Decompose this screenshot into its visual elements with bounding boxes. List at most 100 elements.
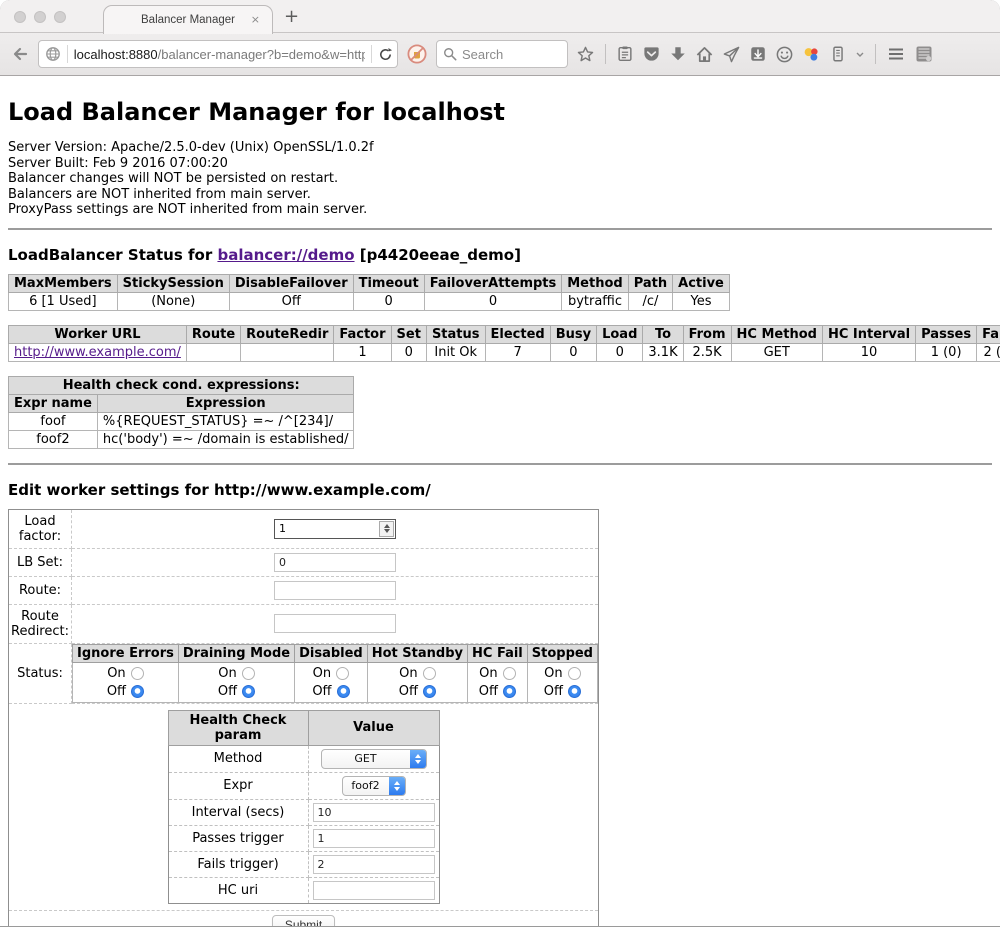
url-host: localhost:8880 <box>74 47 158 62</box>
status-cell-draining-mode: On Off <box>178 662 294 702</box>
heading-suffix: [p4420eeae_demo] <box>355 246 521 264</box>
off-label: Off <box>312 684 331 699</box>
tab-balancer-manager[interactable]: Balancer Manager × <box>103 5 273 34</box>
extension-grid-icon[interactable] <box>914 44 934 64</box>
col-header: Route <box>186 325 240 343</box>
on-label: On <box>107 666 125 681</box>
home-icon[interactable] <box>695 45 714 64</box>
status-table: Ignore Errors Draining Mode Disabled Hot… <box>72 644 598 703</box>
url-text[interactable]: localhost:8880/balancer-manager?b=demo&w… <box>74 47 365 62</box>
overflow-caret-icon[interactable] <box>855 49 865 59</box>
send-tab-icon[interactable] <box>722 45 741 64</box>
bookmark-star-icon[interactable] <box>576 45 595 64</box>
pocket-icon[interactable] <box>642 45 661 64</box>
new-tab-button[interactable]: + <box>284 6 299 27</box>
radio-hc-fail-on[interactable] <box>503 667 516 680</box>
load-factor-label: Load factor: <box>9 509 72 548</box>
radio-draining-mode-on[interactable] <box>242 667 255 680</box>
route-redirect-input[interactable] <box>274 614 396 633</box>
col-header: Passes <box>916 325 977 343</box>
menu-hamburger-icon[interactable] <box>886 44 906 64</box>
server-info: Server Version: Apache/2.5.0-dev (Unix) … <box>8 140 992 218</box>
cell-expression: hc('body') =~ /domain is established/ <box>97 430 354 448</box>
radio-stopped-off[interactable] <box>568 685 581 698</box>
radio-disabled-off[interactable] <box>337 685 350 698</box>
radio-stopped-on[interactable] <box>568 667 581 680</box>
col-header: Method <box>562 274 628 292</box>
route-input[interactable] <box>274 581 396 600</box>
col-header: Active <box>673 274 730 292</box>
hc-row-interval: Interval (secs) <box>168 799 439 825</box>
interval-input[interactable] <box>313 803 435 822</box>
page-title: Load Balancer Manager for localhost <box>8 98 992 126</box>
hcuri-cell <box>308 877 439 903</box>
radio-disabled-on[interactable] <box>336 667 349 680</box>
reload-icon[interactable] <box>378 47 393 62</box>
zoom-window-button[interactable] <box>54 11 66 23</box>
downloads-icon[interactable] <box>669 45 687 63</box>
status-cell-disabled: On Off <box>295 662 368 702</box>
back-icon[interactable] <box>10 44 30 64</box>
feedback-smiley-icon[interactable] <box>775 45 794 64</box>
method-select[interactable]: GET <box>321 749 427 769</box>
cell-routeredir <box>241 343 334 361</box>
tab-bar: Balancer Manager × + <box>0 0 1000 33</box>
cell-busy: 0 <box>550 343 596 361</box>
lb-set-input[interactable] <box>274 553 396 572</box>
worker-url-link[interactable]: http://www.example.com/ <box>14 345 181 360</box>
browser-window: Balancer Manager × + localhost:8880/bala… <box>0 0 1000 927</box>
on-label: On <box>313 666 331 681</box>
on-label: On <box>544 666 562 681</box>
col-header: Expression <box>97 394 354 412</box>
col-header: DisableFailover <box>229 274 353 292</box>
minimize-window-button[interactable] <box>34 11 46 23</box>
route-redirect-cell <box>72 604 599 643</box>
extension-colors-icon[interactable] <box>802 45 821 64</box>
radio-hot-standby-on[interactable] <box>423 667 436 680</box>
search-bar[interactable]: Search <box>436 40 568 68</box>
balancer-demo-link[interactable]: balancer://demo <box>217 246 354 264</box>
col-header: FailoverAttempts <box>424 274 562 292</box>
route-cell <box>72 576 599 604</box>
fails-input[interactable] <box>313 855 435 874</box>
passes-input[interactable] <box>313 829 435 848</box>
site-identity-globe-icon[interactable] <box>45 46 61 62</box>
route-label: Route: <box>9 576 72 604</box>
load-factor-input[interactable] <box>275 520 378 538</box>
table-header-row: Worker URL Route RouteRedir Factor Set S… <box>9 325 1000 343</box>
col-header: StickySession <box>117 274 229 292</box>
expr-cell: foof2 <box>308 772 439 799</box>
url-bar[interactable]: localhost:8880/balancer-manager?b=demo&w… <box>38 40 398 68</box>
close-tab-icon[interactable]: × <box>251 13 260 26</box>
form-row-lb-set: LB Set: <box>9 548 599 576</box>
table-header-row: Expr name Expression <box>9 394 354 412</box>
submit-button[interactable]: Submit <box>272 915 335 927</box>
content-blocker-icon[interactable] <box>406 43 428 65</box>
col-header: RouteRedir <box>241 325 334 343</box>
cell-worker-url: http://www.example.com/ <box>9 343 187 361</box>
hc-row-passes: Passes trigger <box>168 825 439 851</box>
sidebar-panel-icon[interactable] <box>829 45 847 63</box>
form-row-hc-params: Health Check param Value Method GET Expr <box>9 703 599 910</box>
radio-hc-fail-off[interactable] <box>503 685 516 698</box>
cell-maxmembers: 6 [1 Used] <box>9 292 118 310</box>
hcuri-input[interactable] <box>313 881 435 900</box>
number-spinner[interactable] <box>379 521 394 537</box>
off-label: Off <box>218 684 237 699</box>
hc-row-hcuri: HC uri <box>168 877 439 903</box>
form-row-route: Route: <box>9 576 599 604</box>
save-page-icon[interactable] <box>749 45 767 63</box>
radio-hot-standby-off[interactable] <box>423 685 436 698</box>
radio-draining-mode-off[interactable] <box>242 685 255 698</box>
col-header: Status <box>426 325 485 343</box>
passes-cell <box>308 825 439 851</box>
edit-worker-form: Load factor: LB Set: Route: Route Redire… <box>8 509 599 927</box>
close-window-button[interactable] <box>14 11 26 23</box>
radio-ignore-errors-on[interactable] <box>131 667 144 680</box>
reading-list-icon[interactable] <box>616 45 634 63</box>
proxypass-warning-line: ProxyPass settings are NOT inherited fro… <box>8 202 992 218</box>
radio-ignore-errors-off[interactable] <box>131 685 144 698</box>
cell-from: 2.5K <box>683 343 731 361</box>
urlbar-divider <box>67 45 68 63</box>
expr-select[interactable]: foof2 <box>342 776 406 796</box>
